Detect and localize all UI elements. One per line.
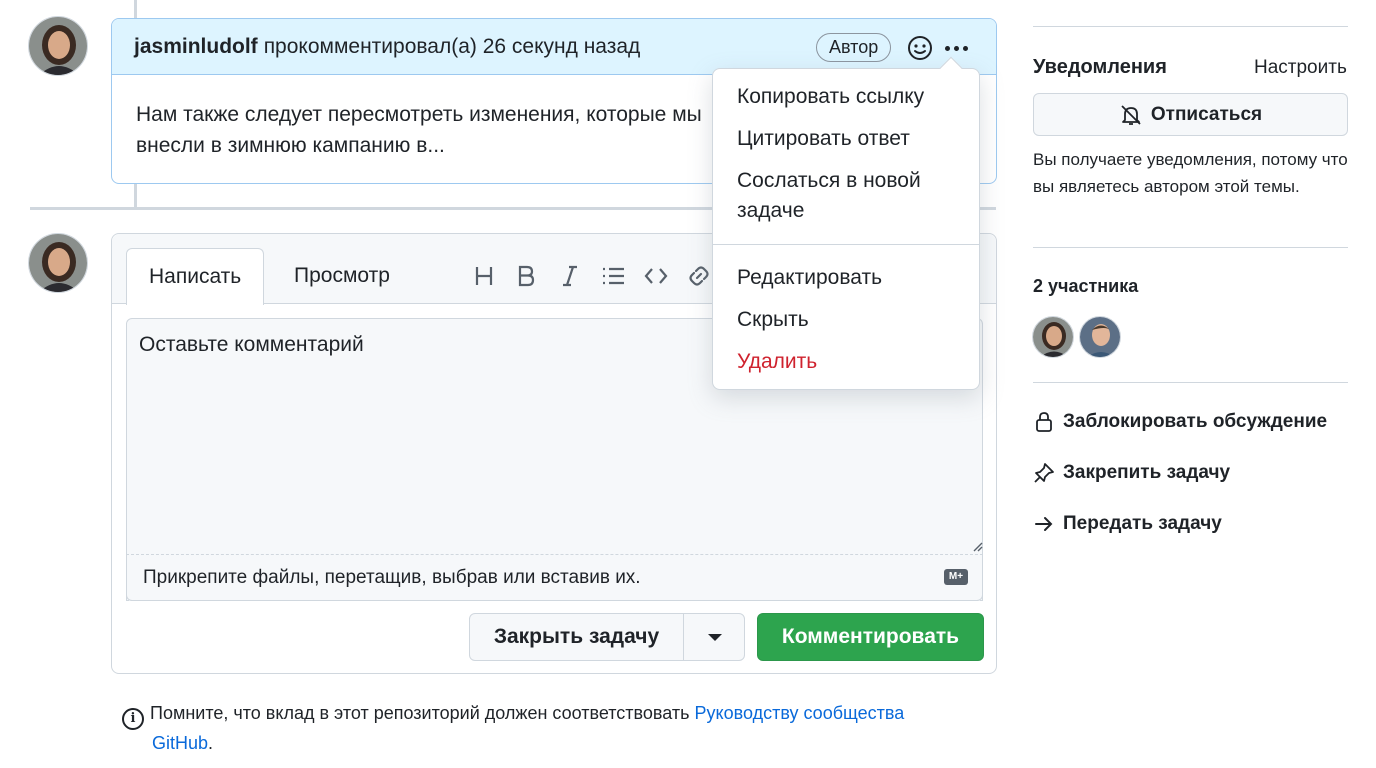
pin-issue-action[interactable]: Закрепить задачу xyxy=(1033,458,1230,488)
timeline-line xyxy=(134,184,137,208)
attach-hint: Прикрепите файлы, перетащив, выбрав или … xyxy=(143,567,641,588)
participant-avatar[interactable] xyxy=(1032,316,1074,358)
info-icon: i xyxy=(122,708,144,730)
community-guidelines-link-cont[interactable]: GitHub xyxy=(152,733,208,753)
notification-reason: Вы получаете уведомления, потому что вы … xyxy=(1033,150,1348,196)
comment-actions-menu: Копировать ссылку Цитировать ответ Сосла… xyxy=(712,56,980,390)
pin-issue-label: Закрепить задачу xyxy=(1063,462,1231,483)
menu-item-hide[interactable]: Скрыть xyxy=(737,305,809,335)
comment-meta[interactable]: прокомментировал(а) 26 секунд назад xyxy=(264,35,641,59)
avatar[interactable] xyxy=(28,16,88,76)
note-text: Помните, что вклад в этот репозиторий до… xyxy=(150,703,695,723)
menu-item-edit[interactable]: Редактировать xyxy=(737,263,882,293)
customize-link[interactable]: Настроить xyxy=(1254,57,1347,79)
menu-item-copy-link[interactable]: Копировать ссылку xyxy=(737,82,924,112)
note-end: . xyxy=(208,733,214,753)
menu-item-delete[interactable]: Удалить xyxy=(737,347,817,377)
menu-item-reference-new-issue[interactable]: Сослаться в новой задаче xyxy=(737,166,957,226)
button-separator xyxy=(683,614,684,660)
comment-header: jasminludolf прокомментировал(а) 26 секу… xyxy=(112,19,996,75)
comment-button[interactable]: Комментировать xyxy=(757,613,984,661)
resize-handle-icon[interactable] xyxy=(971,540,983,552)
author-badge: Автор xyxy=(816,33,892,62)
code-icon[interactable] xyxy=(643,262,669,290)
participant-avatar[interactable] xyxy=(1079,316,1121,358)
lock-conversation-action[interactable]: Заблокировать обсуждение xyxy=(1033,407,1327,437)
tab-preview[interactable]: Просмотр xyxy=(272,248,412,305)
sidebar-divider xyxy=(1033,382,1348,383)
attach-files-bar[interactable]: Прикрепите файлы, перетащив, выбрав или … xyxy=(126,554,983,601)
arrow-right-icon xyxy=(1033,513,1055,535)
link-icon[interactable] xyxy=(686,262,712,290)
caret-down-icon[interactable] xyxy=(708,634,722,641)
pin-icon xyxy=(1033,462,1055,484)
bell-slash-icon xyxy=(1121,104,1141,125)
timeline-line xyxy=(134,0,137,18)
sidebar-divider xyxy=(1033,26,1348,27)
sidebar-divider xyxy=(1033,247,1348,248)
comment-author[interactable]: jasminludolf xyxy=(134,35,258,59)
markdown-icon: M+ xyxy=(944,569,968,585)
tab-write[interactable]: Написать xyxy=(126,248,265,305)
avatar[interactable] xyxy=(28,233,88,293)
kebab-menu-icon[interactable] xyxy=(940,34,972,62)
lock-conversation-label: Заблокировать обсуждение xyxy=(1063,411,1328,432)
unsubscribe-label: Отписаться xyxy=(1150,103,1263,125)
list-icon[interactable] xyxy=(600,262,626,290)
participants-title: 2 участника xyxy=(1033,276,1139,296)
unsubscribe-button[interactable]: Отписаться xyxy=(1033,93,1348,136)
community-guidelines-link[interactable]: Руководству сообщества xyxy=(695,703,905,723)
close-issue-button[interactable]: Закрыть задачу xyxy=(469,613,745,661)
menu-divider xyxy=(713,244,979,245)
transfer-issue-label: Передать задачу xyxy=(1063,513,1222,534)
italic-icon[interactable] xyxy=(558,262,582,290)
smiley-icon[interactable] xyxy=(906,34,934,62)
transfer-issue-action[interactable]: Передать задачу xyxy=(1033,509,1222,539)
comment-body: Нам также следует пересмотреть изменения… xyxy=(136,103,702,157)
lock-icon xyxy=(1033,411,1055,433)
heading-icon[interactable] xyxy=(472,262,496,290)
bold-icon[interactable] xyxy=(514,262,538,290)
contribution-note: i Помните, что вклад в этот репозиторий д… xyxy=(122,700,982,757)
close-issue-label: Закрыть задачу xyxy=(493,625,660,648)
menu-item-quote-reply[interactable]: Цитировать ответ xyxy=(737,124,910,154)
notifications-title: Уведомления xyxy=(1033,56,1167,78)
